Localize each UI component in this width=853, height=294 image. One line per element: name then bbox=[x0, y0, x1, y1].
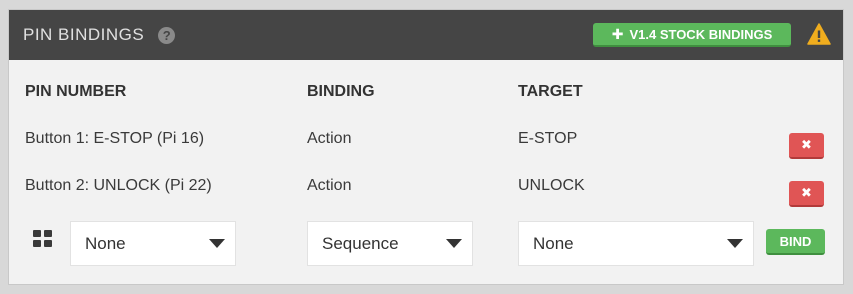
grid-icon bbox=[33, 230, 52, 247]
close-icon: ✖ bbox=[801, 137, 812, 152]
row-1-delete-button[interactable]: ✖ bbox=[789, 133, 824, 159]
row-2-binding: Action bbox=[307, 177, 352, 194]
row-1-binding: Action bbox=[307, 130, 352, 147]
bind-button[interactable]: BIND bbox=[766, 229, 825, 255]
column-header-binding: BINDING bbox=[307, 83, 375, 100]
binding-select[interactable]: Sequence bbox=[307, 221, 473, 266]
help-icon[interactable]: ? bbox=[158, 26, 176, 44]
stock-bindings-button[interactable]: ✚ V1.4 STOCK BINDINGS bbox=[593, 23, 791, 47]
target-select[interactable]: None bbox=[518, 221, 754, 266]
row-2-target: UNLOCK bbox=[518, 177, 585, 194]
plus-icon: ✚ bbox=[611, 25, 624, 42]
pin-bindings-panel: PIN BINDINGS ? ✚ V1.4 STOCK BINDINGS PIN… bbox=[8, 9, 844, 285]
pin-select-value: None bbox=[85, 233, 126, 253]
chevron-down-icon bbox=[446, 239, 462, 248]
target-select-value: None bbox=[533, 233, 574, 253]
pin-select[interactable]: None bbox=[70, 221, 236, 266]
column-header-target: TARGET bbox=[518, 83, 583, 100]
row-2-pin: Button 2: UNLOCK (Pi 22) bbox=[25, 177, 212, 194]
row-2-delete-button[interactable]: ✖ bbox=[789, 181, 824, 207]
panel-title: PIN BINDINGS bbox=[23, 25, 145, 44]
chevron-down-icon bbox=[727, 239, 743, 248]
row-1-pin: Button 1: E-STOP (Pi 16) bbox=[25, 130, 205, 147]
column-header-pin-number: PIN NUMBER bbox=[25, 83, 127, 100]
binding-select-value: Sequence bbox=[322, 233, 399, 253]
close-icon: ✖ bbox=[801, 185, 812, 200]
chevron-down-icon bbox=[209, 239, 225, 248]
stock-bindings-label: V1.4 STOCK BINDINGS bbox=[629, 26, 773, 42]
row-1-target: E-STOP bbox=[518, 130, 578, 147]
warning-icon bbox=[807, 23, 831, 45]
panel-header: PIN BINDINGS ? ✚ V1.4 STOCK BINDINGS bbox=[9, 10, 843, 60]
